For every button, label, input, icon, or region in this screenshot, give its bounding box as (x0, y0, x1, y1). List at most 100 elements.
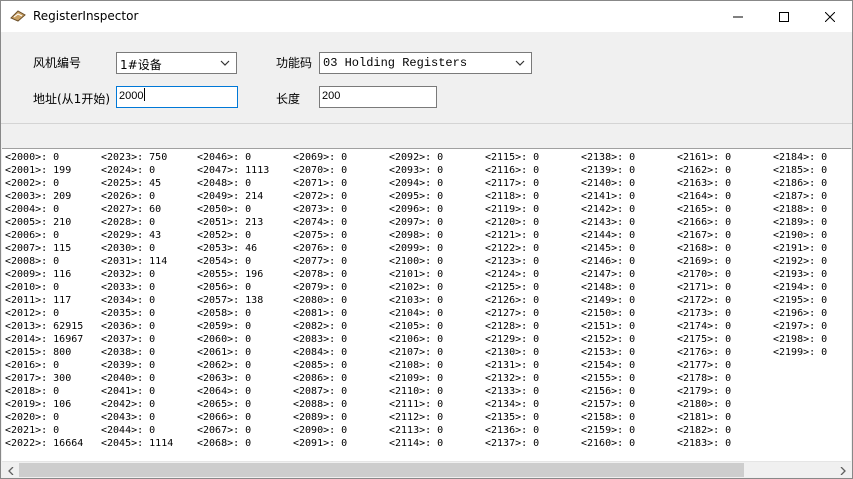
register-entry[interactable]: <2166>: 0 (677, 216, 731, 229)
register-entry[interactable]: <2048>: 0 (197, 177, 269, 190)
register-entry[interactable]: <2033>: 0 (101, 281, 173, 294)
register-entry[interactable]: <2158>: 0 (581, 411, 635, 424)
register-entry[interactable]: <2062>: 0 (197, 359, 269, 372)
register-entry[interactable]: <2036>: 0 (101, 320, 173, 333)
register-entry[interactable]: <2045>: 1114 (101, 437, 173, 450)
register-entry[interactable]: <2013>: 62915 (5, 320, 83, 333)
register-entry[interactable]: <2177>: 0 (677, 359, 731, 372)
register-entry[interactable]: <2075>: 0 (293, 229, 347, 242)
register-entry[interactable]: <2017>: 300 (5, 372, 83, 385)
register-entry[interactable]: <2129>: 0 (485, 333, 539, 346)
register-entry[interactable]: <2110>: 0 (389, 385, 443, 398)
register-entry[interactable]: <2063>: 0 (197, 372, 269, 385)
register-entry[interactable]: <2115>: 0 (485, 151, 539, 164)
register-entry[interactable]: <2081>: 0 (293, 307, 347, 320)
register-entry[interactable]: <2105>: 0 (389, 320, 443, 333)
register-entry[interactable]: <2120>: 0 (485, 216, 539, 229)
register-entry[interactable]: <2000>: 0 (5, 151, 83, 164)
register-entry[interactable]: <2151>: 0 (581, 320, 635, 333)
register-entry[interactable]: <2055>: 196 (197, 268, 269, 281)
register-entry[interactable]: <2061>: 0 (197, 346, 269, 359)
register-entry[interactable]: <2082>: 0 (293, 320, 347, 333)
register-entry[interactable]: <2106>: 0 (389, 333, 443, 346)
register-entry[interactable]: <2006>: 0 (5, 229, 83, 242)
register-entry[interactable]: <2023>: 750 (101, 151, 173, 164)
register-entry[interactable]: <2113>: 0 (389, 424, 443, 437)
register-entry[interactable]: <2074>: 0 (293, 216, 347, 229)
register-entry[interactable]: <2157>: 0 (581, 398, 635, 411)
register-entry[interactable]: <2190>: 0 (773, 229, 827, 242)
register-entry[interactable]: <2138>: 0 (581, 151, 635, 164)
register-entry[interactable]: <2165>: 0 (677, 203, 731, 216)
register-entry[interactable]: <2117>: 0 (485, 177, 539, 190)
register-entry[interactable]: <2195>: 0 (773, 294, 827, 307)
address-input[interactable]: 2000 (116, 86, 238, 108)
register-entry[interactable]: <2103>: 0 (389, 294, 443, 307)
register-entry[interactable]: <2150>: 0 (581, 307, 635, 320)
register-entry[interactable]: <2168>: 0 (677, 242, 731, 255)
register-entry[interactable]: <2175>: 0 (677, 333, 731, 346)
register-entry[interactable]: <2132>: 0 (485, 372, 539, 385)
register-entry[interactable]: <2091>: 0 (293, 437, 347, 450)
register-entry[interactable]: <2161>: 0 (677, 151, 731, 164)
register-entry[interactable]: <2146>: 0 (581, 255, 635, 268)
register-entry[interactable]: <2127>: 0 (485, 307, 539, 320)
register-entry[interactable]: <2133>: 0 (485, 385, 539, 398)
register-entry[interactable]: <2198>: 0 (773, 333, 827, 346)
scroll-left-button[interactable] (2, 462, 19, 479)
register-entry[interactable]: <2141>: 0 (581, 190, 635, 203)
register-entry[interactable]: <2002>: 0 (5, 177, 83, 190)
register-entry[interactable]: <2022>: 16664 (5, 437, 83, 450)
register-entry[interactable]: <2097>: 0 (389, 216, 443, 229)
register-entry[interactable]: <2192>: 0 (773, 255, 827, 268)
register-entry[interactable]: <2008>: 0 (5, 255, 83, 268)
register-entry[interactable]: <2178>: 0 (677, 372, 731, 385)
register-entry[interactable]: <2056>: 0 (197, 281, 269, 294)
register-entry[interactable]: <2159>: 0 (581, 424, 635, 437)
register-entry[interactable]: <2152>: 0 (581, 333, 635, 346)
register-entry[interactable]: <2093>: 0 (389, 164, 443, 177)
register-entry[interactable]: <2187>: 0 (773, 190, 827, 203)
register-entry[interactable]: <2130>: 0 (485, 346, 539, 359)
register-entry[interactable]: <2088>: 0 (293, 398, 347, 411)
register-entry[interactable]: <2009>: 116 (5, 268, 83, 281)
scrollbar-thumb[interactable] (19, 463, 744, 477)
register-entry[interactable]: <2073>: 0 (293, 203, 347, 216)
register-entry[interactable]: <2126>: 0 (485, 294, 539, 307)
register-entry[interactable]: <2070>: 0 (293, 164, 347, 177)
function-code-select[interactable]: 03 Holding Registers (319, 52, 532, 74)
register-entry[interactable]: <2170>: 0 (677, 268, 731, 281)
horizontal-scrollbar[interactable] (2, 461, 851, 478)
register-entry[interactable]: <2005>: 210 (5, 216, 83, 229)
scroll-right-button[interactable] (834, 462, 851, 479)
register-entry[interactable]: <2057>: 138 (197, 294, 269, 307)
register-entry[interactable]: <2189>: 0 (773, 216, 827, 229)
register-entry[interactable]: <2089>: 0 (293, 411, 347, 424)
close-button[interactable] (807, 1, 853, 32)
register-entry[interactable]: <2086>: 0 (293, 372, 347, 385)
register-entry[interactable]: <2007>: 115 (5, 242, 83, 255)
register-entry[interactable]: <2186>: 0 (773, 177, 827, 190)
register-entry[interactable]: <2054>: 0 (197, 255, 269, 268)
register-entry[interactable]: <2156>: 0 (581, 385, 635, 398)
register-entry[interactable]: <2131>: 0 (485, 359, 539, 372)
register-entry[interactable]: <2069>: 0 (293, 151, 347, 164)
register-entry[interactable]: <2116>: 0 (485, 164, 539, 177)
register-entry[interactable]: <2059>: 0 (197, 320, 269, 333)
register-entry[interactable]: <2079>: 0 (293, 281, 347, 294)
register-entry[interactable]: <2182>: 0 (677, 424, 731, 437)
register-entry[interactable]: <2153>: 0 (581, 346, 635, 359)
register-entry[interactable]: <2083>: 0 (293, 333, 347, 346)
register-entry[interactable]: <2046>: 0 (197, 151, 269, 164)
register-entry[interactable]: <2101>: 0 (389, 268, 443, 281)
register-entry[interactable]: <2043>: 0 (101, 411, 173, 424)
register-entry[interactable]: <2136>: 0 (485, 424, 539, 437)
register-entry[interactable]: <2092>: 0 (389, 151, 443, 164)
register-entry[interactable]: <2162>: 0 (677, 164, 731, 177)
register-entry[interactable]: <2098>: 0 (389, 229, 443, 242)
register-entry[interactable]: <2080>: 0 (293, 294, 347, 307)
register-list[interactable]: <2000>: 0 <2001>: 199 <2002>: 0 <2003>: 209… (2, 148, 851, 461)
register-entry[interactable]: <2118>: 0 (485, 190, 539, 203)
register-entry[interactable]: <2144>: 0 (581, 229, 635, 242)
register-entry[interactable]: <2119>: 0 (485, 203, 539, 216)
